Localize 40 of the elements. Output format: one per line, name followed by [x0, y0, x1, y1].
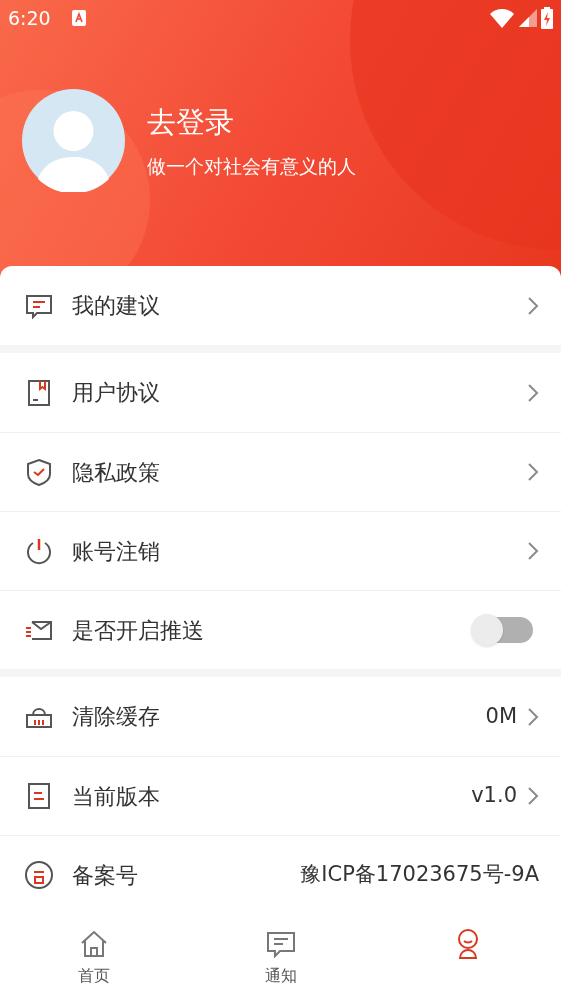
avatar[interactable] — [22, 89, 125, 192]
settings-row[interactable]: 当前版本 v1.0 — [0, 756, 561, 835]
row-label: 账号注销 — [72, 537, 161, 566]
nav-label: 通知 — [264, 965, 297, 987]
settings-row[interactable]: 用户协议 — [0, 353, 561, 432]
chevron-right-icon — [527, 786, 539, 806]
power-icon — [24, 536, 54, 566]
settings-row[interactable]: 隐私政策 — [0, 432, 561, 511]
row-label: 备案号 — [72, 861, 139, 890]
battery-charging-icon — [541, 7, 553, 29]
row-label: 当前版本 — [72, 782, 161, 811]
row-label: 用户协议 — [72, 379, 161, 407]
signal-icon — [519, 9, 537, 27]
wifi-icon — [489, 8, 515, 28]
row-label: 清除缓存 — [72, 703, 161, 731]
status-time: 6:20 — [8, 5, 51, 31]
settings-row[interactable]: 备案号 豫ICP备17023675号-9A — [0, 835, 561, 914]
settings-row[interactable]: 账号注销 — [0, 511, 561, 590]
row-value: v1.0 — [471, 782, 517, 810]
nav-label: 首页 — [77, 965, 110, 987]
chevron-right-icon — [527, 541, 539, 561]
settings-row[interactable]: 我的建议 — [0, 266, 561, 345]
chevron-right-icon — [527, 382, 539, 403]
nav-tab[interactable]: 通知 — [187, 920, 374, 1003]
shield-icon — [24, 457, 54, 487]
notification-icon — [70, 9, 87, 27]
row-label: 我的建议 — [72, 292, 161, 320]
chevron-right-icon — [527, 462, 539, 482]
settings-row[interactable]: 是否开启推送 — [0, 590, 561, 669]
row-value: 0M — [485, 702, 517, 730]
row-value: 豫ICP备17023675号-9A — [300, 861, 539, 889]
chevron-right-icon — [527, 295, 539, 316]
profile-motto: 做一个对社会有意义的人 — [147, 154, 356, 179]
settings-row[interactable]: 清除缓存 0M — [0, 677, 561, 756]
row-label: 是否开启推送 — [72, 616, 205, 645]
record-badge-icon — [24, 860, 54, 890]
row-label: 隐私政策 — [72, 458, 161, 487]
push-toggle[interactable] — [469, 612, 535, 648]
nav-tab[interactable]: 首页 — [0, 920, 187, 1003]
chevron-right-icon — [527, 706, 539, 727]
